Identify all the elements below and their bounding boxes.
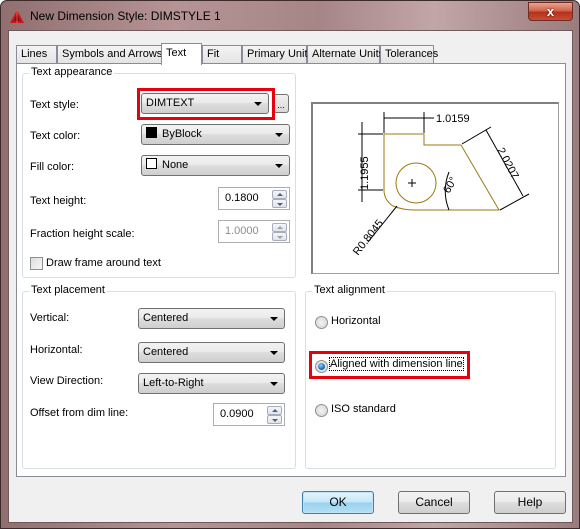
- text-style-browse-button[interactable]: ...: [273, 94, 289, 113]
- dimension-preview: 1.0159 1.1955 2.0207 60° R0.8045: [311, 102, 559, 274]
- horizontal-label: Horizontal:: [30, 344, 83, 356]
- text-placement-title: Text placement: [29, 284, 107, 296]
- fill-color-dropdown[interactable]: None: [141, 155, 290, 176]
- cancel-button[interactable]: Cancel: [398, 491, 470, 514]
- spin-up-button[interactable]: [272, 190, 287, 199]
- text-height-label: Text height:: [30, 195, 87, 207]
- view-direction-label: View Direction:: [30, 375, 104, 387]
- tab-label: Primary Units: [247, 48, 314, 60]
- selected-value: None: [162, 159, 189, 171]
- spin-down-button: [272, 232, 287, 241]
- spin-up-button[interactable]: [267, 406, 282, 415]
- input-value: 0.0900: [220, 408, 254, 420]
- horizontal-dropdown[interactable]: Centered: [138, 342, 285, 363]
- vertical-dropdown[interactable]: Centered: [138, 308, 285, 329]
- radio-horizontal[interactable]: [315, 316, 328, 329]
- label-text: Text style:: [30, 99, 79, 111]
- text-tab-panel: Text appearance Text style: DIMTEXT ... …: [16, 63, 566, 477]
- chevron-down-icon: [270, 351, 278, 355]
- radio-iso-standard[interactable]: [315, 404, 328, 417]
- text-color-label: Text color:: [30, 130, 81, 142]
- title-bar[interactable]: New Dimension Style: DIMSTYLE 1 x: [1, 1, 579, 31]
- text-height-input[interactable]: 0.1800: [218, 187, 290, 210]
- selected-value: Centered: [143, 312, 189, 324]
- text-style-highlight: [137, 88, 275, 120]
- text-style-label: Text style:: [30, 99, 79, 111]
- button-label: OK: [329, 495, 347, 509]
- close-icon: x: [546, 4, 555, 19]
- dim-angle-label: 60°: [441, 175, 460, 195]
- tab-alternate-units[interactable]: Alternate Units: [307, 45, 384, 64]
- dialog-window: New Dimension Style: DIMSTYLE 1 x Lines …: [0, 0, 580, 529]
- color-swatch-icon: [146, 127, 157, 138]
- dim-radius-label: R0.8045: [351, 218, 386, 258]
- part-outline: [383, 133, 500, 211]
- view-direction-dropdown[interactable]: Left-to-Right: [138, 373, 285, 394]
- tab-label: Tolerances: [385, 48, 439, 60]
- offset-from-dim-line-label: Offset from dim line:: [30, 407, 129, 419]
- tab-lines[interactable]: Lines: [16, 45, 57, 64]
- aligned-option-highlight: [309, 351, 470, 379]
- tab-primary-units[interactable]: Primary Units: [242, 45, 313, 64]
- spin-down-button[interactable]: [267, 415, 282, 424]
- text-color-dropdown[interactable]: ByBlock: [141, 124, 290, 145]
- radio-iso-standard-label[interactable]: ISO standard: [331, 403, 396, 415]
- autocad-logo-icon: [10, 10, 24, 23]
- selected-value: ByBlock: [162, 128, 202, 140]
- button-label: Help: [517, 495, 543, 509]
- tab-label: Lines: [21, 48, 48, 60]
- selected-value: Left-to-Right: [143, 377, 204, 389]
- input-value: 0.1800: [225, 192, 259, 204]
- chevron-down-icon: [270, 317, 278, 321]
- tab-label: Text: [166, 47, 187, 59]
- dim-aligned-label: 2.0207: [494, 146, 520, 181]
- close-button[interactable]: x: [528, 2, 573, 21]
- button-label: Cancel: [415, 495, 453, 509]
- tab-label: Symbols and Arrows: [62, 48, 163, 60]
- tab-symbols-and-arrows[interactable]: Symbols and Arrows: [57, 45, 163, 64]
- fraction-height-scale-label: Fraction height scale:: [30, 228, 135, 240]
- dim-horizontal-label: 1.0159: [436, 113, 470, 125]
- fill-color-label: Fill color:: [30, 161, 75, 173]
- draw-frame-label[interactable]: Draw frame around text: [46, 257, 161, 269]
- spin-down-button[interactable]: [272, 199, 287, 208]
- color-swatch-icon: [146, 158, 157, 169]
- spin-up-button: [272, 223, 287, 232]
- window-title: New Dimension Style: DIMSTYLE 1: [30, 9, 221, 23]
- radio-horizontal-label[interactable]: Horizontal: [331, 315, 381, 327]
- chevron-down-icon: [275, 164, 283, 168]
- preview-drawing: 1.0159 1.1955 2.0207 60° R0.8045: [351, 112, 530, 258]
- tab-text[interactable]: Text: [161, 43, 202, 65]
- tab-label: Fit: [207, 48, 220, 60]
- dim-vertical-label: 1.1955: [359, 156, 371, 190]
- chevron-down-icon: [270, 382, 278, 386]
- tab-tolerances[interactable]: Tolerances: [380, 45, 438, 64]
- selected-value: Centered: [143, 346, 189, 358]
- tab-fit[interactable]: Fit: [202, 45, 242, 64]
- text-alignment-title: Text alignment: [312, 284, 387, 296]
- dialog-client: Lines Symbols and Arrows Text Fit Primar…: [8, 30, 573, 523]
- ellipsis-icon: ...: [277, 100, 285, 110]
- fraction-height-scale-input: 1.0000: [218, 220, 290, 243]
- chevron-down-icon: [275, 133, 283, 137]
- text-appearance-title: Text appearance: [29, 66, 115, 78]
- input-value: 1.0000: [225, 225, 259, 237]
- offset-from-dim-line-input[interactable]: 0.0900: [213, 403, 285, 426]
- tab-label: Alternate Units: [312, 48, 385, 60]
- help-button[interactable]: Help: [494, 491, 566, 514]
- ok-button[interactable]: OK: [302, 491, 374, 514]
- draw-frame-checkbox[interactable]: [30, 257, 43, 270]
- vertical-label: Vertical:: [30, 312, 70, 324]
